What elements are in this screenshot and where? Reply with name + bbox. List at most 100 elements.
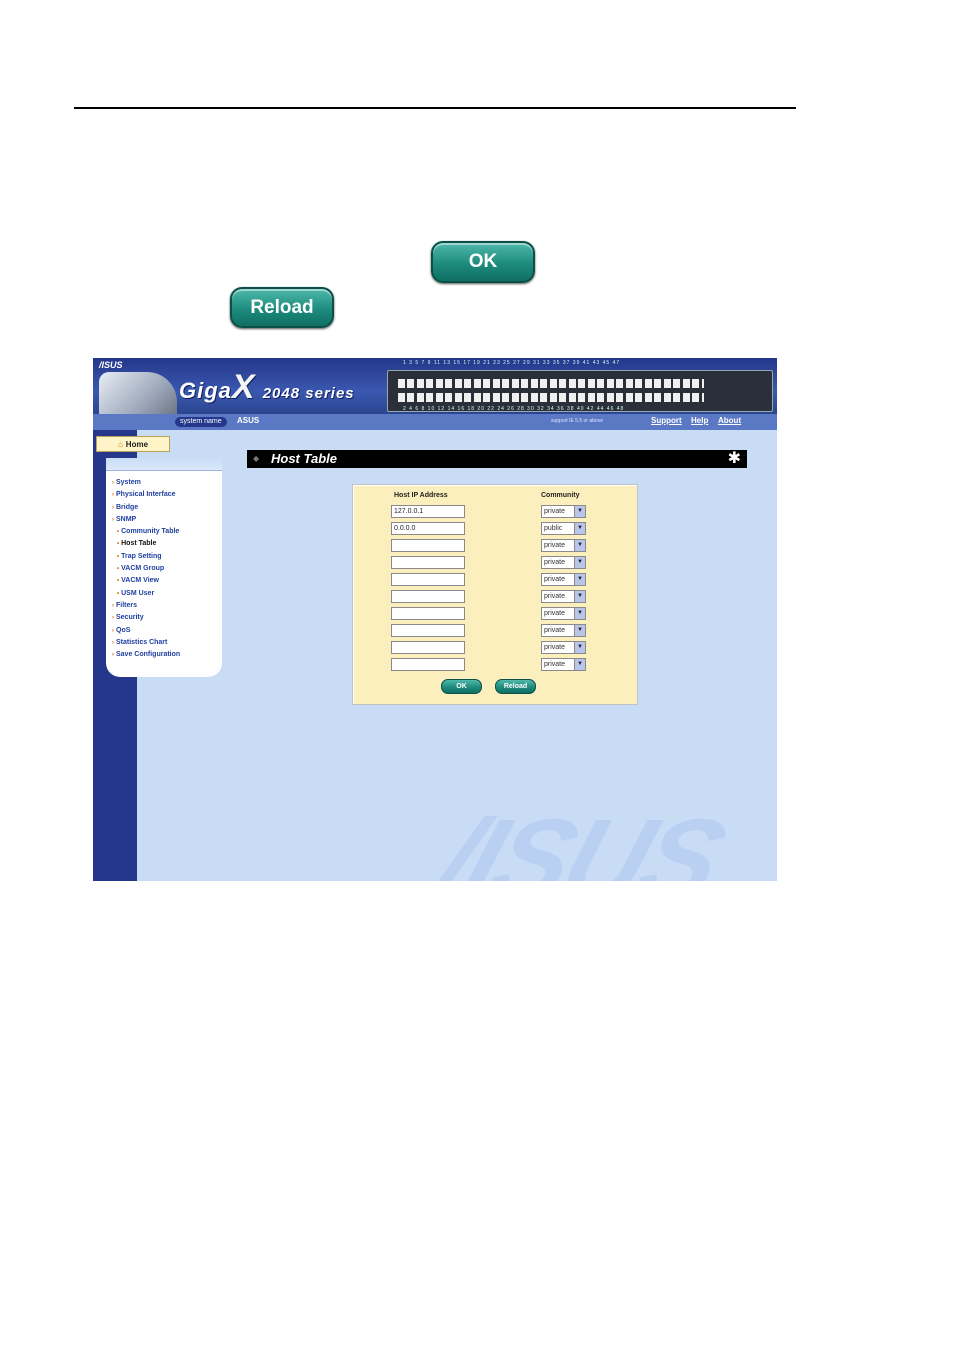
arrow-right-icon: › (112, 504, 114, 511)
arrow-right-icon: › (112, 602, 114, 609)
host-ip-input[interactable] (391, 590, 465, 603)
bullet-icon: • (117, 553, 120, 560)
bullet-icon: • (117, 566, 120, 573)
brand-x: X (231, 368, 256, 406)
community-select-value: private (544, 610, 566, 617)
community-select[interactable]: private ▼ (541, 658, 586, 671)
sidebar-item[interactable]: › SNMP (112, 514, 180, 526)
home-tab[interactable]: ⌂ Home (96, 436, 170, 452)
arrow-right-icon: › (112, 516, 114, 523)
community-select[interactable]: private ▼ (541, 607, 586, 620)
community-select[interactable]: private ▼ (541, 624, 586, 637)
community-select[interactable]: private ▼ (541, 539, 586, 552)
chevron-down-icon[interactable]: ▼ (574, 540, 585, 551)
chevron-down-icon[interactable]: ▼ (574, 608, 585, 619)
web-ui-screenshot: /ISUS GigaX 2048 series 1 3 5 7 9 11 13 … (93, 358, 777, 881)
brand-giga: Giga (179, 378, 232, 403)
sidebar-item-label: Bridge (116, 503, 139, 511)
sidebar-item[interactable]: › Statistics Chart (112, 637, 180, 649)
help-link[interactable]: Help (691, 416, 708, 425)
ok-button[interactable]: OK (441, 679, 482, 694)
chevron-down-icon[interactable]: ▼ (574, 625, 585, 636)
community-select[interactable]: public ▼ (541, 522, 586, 535)
sidebar-item[interactable]: › Physical Interface (112, 489, 180, 501)
host-ip-input[interactable] (391, 573, 465, 586)
sidebar-item-label: SNMP (116, 515, 137, 523)
community-select-value: private (544, 576, 566, 583)
community-select-value: private (544, 559, 566, 566)
host-ip-input[interactable] (391, 624, 465, 637)
sidebar-item-label: Community Table (121, 528, 180, 536)
chevron-down-icon[interactable]: ▼ (574, 523, 585, 534)
sidebar-item-label: System (116, 479, 141, 486)
home-tab-label: Home (125, 439, 149, 449)
bullet-icon: • (117, 541, 120, 548)
community-select[interactable]: private ▼ (541, 505, 586, 518)
community-select-value: private (544, 593, 566, 600)
community-select[interactable]: private ▼ (541, 573, 586, 586)
sidebar-item[interactable]: › QoS (112, 625, 180, 637)
arrow-right-icon: › (112, 492, 114, 499)
chevron-down-icon[interactable]: ▼ (574, 574, 585, 585)
port-row-bottom (398, 393, 704, 402)
sidebar-item-label: Filters (116, 601, 138, 609)
sidebar-item-label: USM User (121, 589, 155, 597)
chevron-down-icon[interactable]: ▼ (574, 642, 585, 653)
arrow-right-icon: › (112, 639, 114, 646)
sidebar-item[interactable]: • Host Table (112, 538, 180, 550)
bullet-icon: • (117, 578, 120, 585)
host-ip-input[interactable]: 127.0.0.1 (391, 505, 465, 518)
sidebar-menu: › System › Physical Interface › Bridge › SNMP • C… (106, 458, 222, 677)
port-numbers-top: 1 3 5 7 9 11 13 15 17 19 21 23 25 27 29 … (403, 360, 621, 366)
ip-column-header: Host IP Address (394, 492, 448, 499)
home-icon: ⌂ (117, 439, 123, 449)
host-ip-input[interactable] (391, 641, 465, 654)
product-brand: GigaX 2048 series (179, 368, 355, 407)
sidebar-item[interactable]: › Bridge (112, 502, 180, 514)
sidebar-item-label: Security (116, 614, 144, 622)
sidebar-item-label: Trap Setting (121, 552, 162, 560)
reload-button-illustration: Reload (230, 287, 334, 328)
system-name-value: ASUS (237, 416, 260, 425)
about-link[interactable]: About (718, 416, 741, 425)
sidebar-item[interactable]: • Community Table (112, 526, 180, 538)
chevron-down-icon[interactable]: ▼ (574, 506, 585, 517)
community-select[interactable]: private ▼ (541, 556, 586, 569)
chevron-down-icon[interactable]: ▼ (574, 659, 585, 670)
reload-button[interactable]: Reload (495, 679, 536, 694)
sidebar-item[interactable]: › Save Configuration (112, 649, 180, 661)
sidebar-item[interactable]: • VACM View (112, 575, 180, 587)
brand-series: 2048 series (262, 385, 355, 402)
community-select[interactable]: private ▼ (541, 641, 586, 654)
host-ip-input[interactable] (391, 539, 465, 552)
page-title: Host Table (271, 451, 337, 466)
community-select-value: public (544, 525, 563, 532)
ok-button-illustration: OK (431, 241, 535, 283)
arrow-right-icon: › (112, 627, 114, 634)
bullet-icon: • (117, 529, 120, 536)
chevron-down-icon[interactable]: ▼ (574, 591, 585, 602)
community-select-value: private (544, 508, 566, 515)
sidebar-item[interactable]: › Filters (112, 600, 180, 612)
host-ip-input[interactable] (391, 658, 465, 671)
sidebar-item[interactable]: • VACM Group (112, 563, 180, 575)
sidebar-item[interactable]: › Security (112, 612, 180, 624)
support-link[interactable]: Support (651, 416, 682, 425)
host-ip-input[interactable] (391, 607, 465, 620)
asus-watermark: /ISUS (422, 796, 736, 881)
host-table-panel: Host IP Address Community OK Reload 127.… (352, 484, 638, 705)
host-ip-input[interactable] (391, 556, 465, 569)
host-ip-input[interactable]: 0.0.0.0 (391, 522, 465, 535)
chevron-down-icon[interactable]: ▼ (574, 557, 585, 568)
bullet-icon: • (117, 590, 120, 597)
arrow-right-icon: › (112, 652, 114, 659)
sidebar-menu-header (106, 458, 222, 471)
title-decoration-icon: ✱ (727, 450, 741, 467)
port-numbers-bottom: 2 4 6 8 10 12 14 16 18 20 22 24 26 28 30… (403, 406, 625, 412)
sidebar-item[interactable]: • USM User (112, 588, 180, 600)
sidebar-item-label: VACM Group (121, 565, 165, 573)
community-select[interactable]: private ▼ (541, 590, 586, 603)
sidebar-item[interactable]: • Trap Setting (112, 551, 180, 563)
sidebar-item-label: Host Table (121, 540, 157, 548)
sidebar-item[interactable]: › System (112, 477, 180, 489)
